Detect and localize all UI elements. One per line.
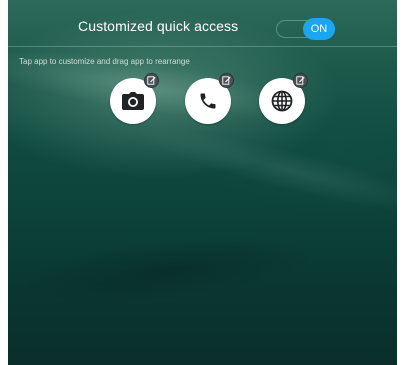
phone-app-button[interactable] (185, 73, 234, 124)
wallpaper-streak (127, 111, 397, 229)
page-title: Customized quick access (78, 18, 239, 34)
camera-app-button[interactable] (110, 73, 159, 124)
quick-access-screen: Customized quick access ON Tap app to cu… (8, 0, 397, 365)
wallpaper-streak (15, 224, 321, 316)
browser-app-button[interactable] (259, 73, 308, 124)
edit-icon[interactable] (293, 73, 308, 88)
toggle-on-label: ON (303, 18, 335, 40)
header-divider (8, 46, 397, 47)
quick-access-toggle[interactable]: ON (276, 18, 335, 40)
instruction-text: Tap app to customize and drag app to rea… (19, 57, 190, 66)
edit-icon[interactable] (219, 73, 234, 88)
edit-icon[interactable] (144, 73, 159, 88)
header-bar: Customized quick access ON (8, 14, 397, 42)
